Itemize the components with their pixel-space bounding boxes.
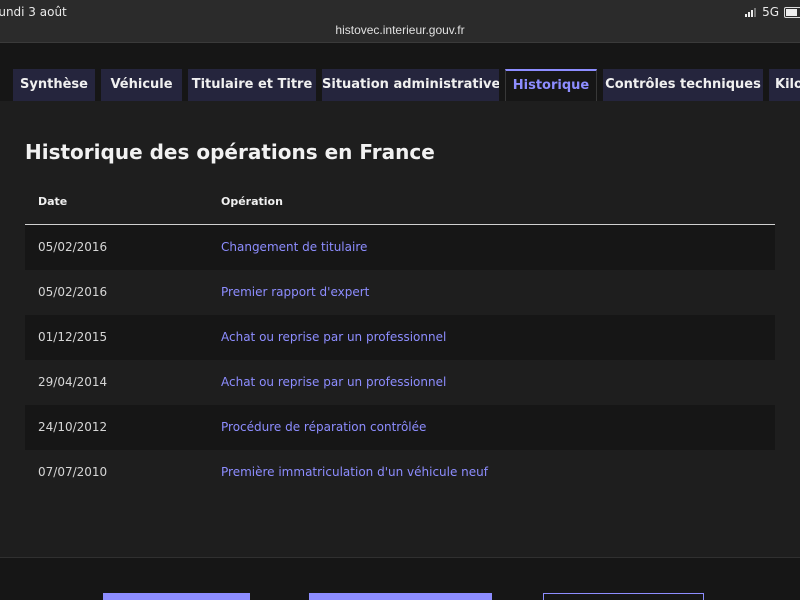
table-row: 29/04/2014 Achat ou reprise par un profe… <box>25 360 775 405</box>
network-label: 5G <box>762 5 779 19</box>
table-row: 01/12/2015 Achat ou reprise par un profe… <box>25 315 775 360</box>
row-date: 01/12/2015 <box>38 330 108 344</box>
bottom-action-button-2[interactable] <box>309 593 492 600</box>
tab-situation-administrative[interactable]: Situation administrative <box>322 69 499 101</box>
tab-controles-techniques[interactable]: Contrôles techniques <box>603 69 763 101</box>
row-date: 24/10/2012 <box>38 420 108 434</box>
status-indicators: 5G <box>745 5 800 19</box>
operation-link[interactable]: Achat ou reprise par un professionnel <box>221 375 446 389</box>
status-date: lundi 3 août <box>0 5 67 19</box>
row-date: 05/02/2016 <box>38 285 108 299</box>
tab-titulaire-et-titre[interactable]: Titulaire et Titre <box>188 69 316 101</box>
signal-bars-icon <box>745 7 757 17</box>
column-header-operation: Opération <box>221 195 283 208</box>
tab-kilometrage[interactable]: Kilo <box>769 69 800 101</box>
row-date: 05/02/2016 <box>38 240 108 254</box>
page-title: Historique des opérations en France <box>25 140 435 164</box>
tab-synthese[interactable]: Synthèse <box>13 69 95 101</box>
table-row: 24/10/2012 Procédure de réparation contr… <box>25 405 775 450</box>
operations-table: Date Opération 05/02/2016 Changement de … <box>25 178 775 495</box>
operation-link[interactable]: Premier rapport d'expert <box>221 285 369 299</box>
table-row: 05/02/2016 Changement de titulaire <box>25 225 775 270</box>
row-date: 29/04/2014 <box>38 375 108 389</box>
table-row: 07/07/2010 Première immatriculation d'un… <box>25 450 775 495</box>
battery-icon <box>784 6 800 18</box>
operation-link[interactable]: Changement de titulaire <box>221 240 367 254</box>
tab-bar: Synthèse Véhicule Titulaire et Titre Sit… <box>0 69 800 102</box>
table-row: 05/02/2016 Premier rapport d'expert <box>25 270 775 315</box>
row-date: 07/07/2010 <box>38 465 108 479</box>
url-text[interactable]: histovec.interieur.gouv.fr <box>335 23 464 37</box>
ios-status-bar: lundi 3 août 5G <box>0 0 800 22</box>
table-header: Date Opération <box>25 178 775 225</box>
operation-link[interactable]: Procédure de réparation contrôlée <box>221 420 426 434</box>
address-bar[interactable]: histovec.interieur.gouv.fr <box>0 22 800 43</box>
tab-historique[interactable]: Historique <box>505 69 597 101</box>
operation-link[interactable]: Achat ou reprise par un professionnel <box>221 330 446 344</box>
table-body: 05/02/2016 Changement de titulaire 05/02… <box>25 225 775 495</box>
column-header-date: Date <box>38 195 68 208</box>
tab-vehicule[interactable]: Véhicule <box>101 69 182 101</box>
operation-link[interactable]: Première immatriculation d'un véhicule n… <box>221 465 488 479</box>
bottom-action-button-1[interactable] <box>103 593 250 600</box>
bottom-action-button-3[interactable] <box>543 593 704 600</box>
